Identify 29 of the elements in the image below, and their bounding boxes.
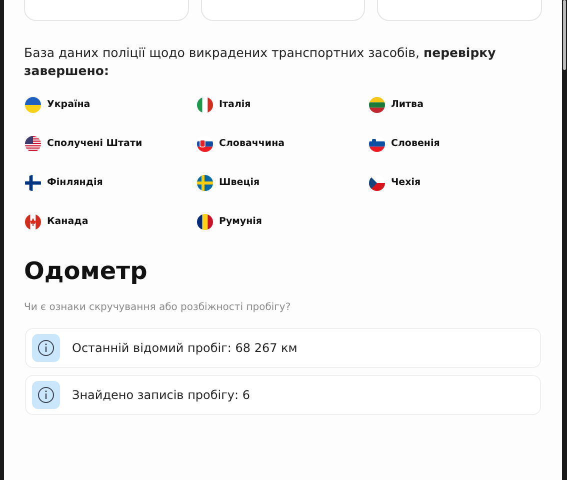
stolen-check-text: База даних поліції щодо викрадених транспортних засобів, перевірку завершено: <box>24 44 497 80</box>
flag-icon <box>197 97 213 113</box>
scrollbar-thumb[interactable] <box>563 0 566 70</box>
country-name: Словаччина <box>219 136 285 151</box>
flag-icon <box>369 175 385 191</box>
info-icon <box>32 381 60 409</box>
flag-icon <box>369 136 385 152</box>
country-name: Словенія <box>391 136 440 151</box>
info-text: Знайдено записів пробігу: 6 <box>72 387 250 404</box>
country-name: Фінляндія <box>47 176 103 190</box>
country-name: Швеція <box>219 176 260 190</box>
country-name: Україна <box>47 98 90 112</box>
flag-icon <box>25 97 41 113</box>
country-name: Румунія <box>219 214 262 229</box>
country-name: Чехія <box>391 176 421 190</box>
flag-icon <box>25 175 41 191</box>
info-text: Останній відомий пробіг: 68 267 км <box>72 340 298 357</box>
section-subtitle: Чи є ознаки скручування або розбіжності пробігу? <box>24 301 292 315</box>
flag-icon <box>25 136 41 152</box>
flag-icon <box>369 97 385 113</box>
flag-icon <box>197 175 213 191</box>
flag-icon <box>197 214 213 230</box>
info-icon <box>32 334 60 362</box>
flag-icon <box>25 214 41 230</box>
country-name: Канада <box>47 214 88 229</box>
country-name: Литва <box>391 98 424 112</box>
country-name: Італія <box>219 98 251 112</box>
section-title: Одометр <box>24 256 148 286</box>
country-name: Сполучені Штати <box>47 136 142 151</box>
